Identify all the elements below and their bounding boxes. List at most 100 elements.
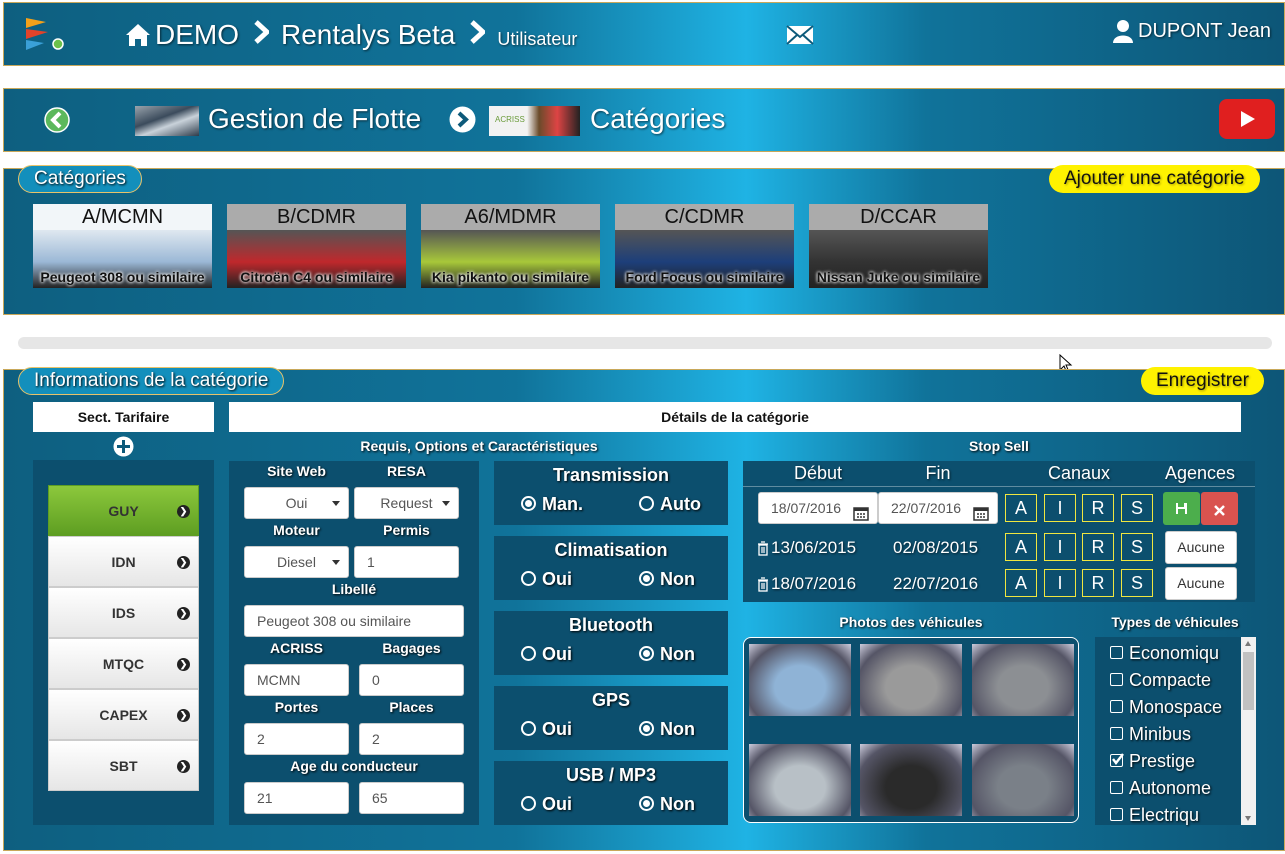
channel-toggle[interactable]: R [1082, 494, 1114, 522]
radio-option-a[interactable]: Man. [521, 494, 583, 515]
agences-button[interactable]: Aucune [1165, 567, 1237, 600]
age-min-input[interactable]: 21 [244, 782, 349, 814]
site-web-label: Site Web [267, 463, 326, 479]
vehicle-type-checkbox[interactable]: Monospace [1110, 697, 1222, 718]
breadcrumb-app[interactable]: Rentalys Beta [281, 19, 455, 51]
tarif-label: GUY [108, 503, 139, 519]
new-debut-input[interactable]: 18/07/2016 [758, 492, 878, 524]
chevron-right-icon [253, 19, 271, 51]
channel-toggle[interactable]: R [1082, 569, 1114, 597]
user-menu[interactable]: DUPONT Jean [1112, 16, 1271, 46]
radio-option-b[interactable]: Non [639, 644, 695, 665]
channel-toggle[interactable]: I [1044, 569, 1076, 597]
breadcrumb-user[interactable]: Utilisateur [497, 29, 577, 50]
radio-icon [521, 571, 536, 586]
back-arrow-icon[interactable] [44, 107, 70, 133]
vehicle-photo[interactable] [972, 744, 1074, 816]
vehicle-photo[interactable] [860, 744, 962, 816]
add-category-button[interactable]: Ajouter une catégorie [1049, 165, 1260, 193]
places-input[interactable]: 2 [359, 723, 464, 755]
trash-icon[interactable] [757, 577, 769, 597]
resa-select[interactable]: Request [354, 487, 459, 519]
option-group: USB / MP3 Oui Non [494, 761, 728, 825]
vehicle-photo[interactable] [749, 744, 851, 816]
add-tarif-icon[interactable] [113, 436, 134, 457]
cancel-stopsell-button[interactable] [1201, 492, 1238, 525]
tarif-label: IDN [111, 554, 136, 570]
option-title: Climatisation [554, 540, 668, 560]
channel-toggle[interactable]: R [1082, 533, 1114, 561]
agences-button[interactable]: Aucune [1165, 531, 1237, 564]
home-icon[interactable] [125, 22, 151, 48]
photos-title: Photos des véhicules [839, 614, 983, 630]
category-card[interactable]: C/CDMR Ford Focus ou similaire [615, 204, 794, 288]
tarif-item[interactable]: CAPEX ❯ [48, 689, 199, 740]
breadcrumb-home[interactable]: DEMO [155, 19, 239, 51]
channel-toggle[interactable]: I [1044, 494, 1076, 522]
libelle-input[interactable]: Peugeot 308 ou similaire [244, 605, 464, 637]
radio-option-a[interactable]: Oui [521, 794, 572, 815]
bagages-input[interactable]: 0 [359, 664, 464, 696]
radio-option-b[interactable]: Non [639, 794, 695, 815]
youtube-button[interactable] [1219, 99, 1275, 139]
radio-option-b[interactable]: Non [639, 569, 695, 590]
vehicle-type-checkbox[interactable]: Compacte [1110, 670, 1211, 691]
channel-toggle[interactable]: A [1005, 569, 1037, 597]
tarif-item[interactable]: SBT ❯ [48, 740, 199, 791]
moteur-select[interactable]: Diesel [244, 546, 349, 578]
vehicle-type-checkbox[interactable]: Prestige [1110, 751, 1195, 772]
channel-toggle[interactable]: S [1121, 533, 1153, 561]
site-web-select[interactable]: Oui [244, 487, 349, 519]
tarif-item[interactable]: IDN ❯ [48, 536, 199, 587]
radio-icon [639, 571, 654, 586]
tarif-item[interactable]: IDS ❯ [48, 587, 199, 638]
calendar-icon[interactable] [973, 501, 989, 531]
radio-option-b[interactable]: Auto [639, 494, 701, 515]
radio-option-a[interactable]: Oui [521, 644, 572, 665]
channel-toggle[interactable]: S [1121, 494, 1153, 522]
radio-label: Non [660, 794, 695, 814]
vehicle-type-checkbox[interactable]: Economiqu [1110, 643, 1219, 664]
info-title: Informations de la catégorie [18, 367, 285, 395]
tarif-item[interactable]: MTQC ❯ [48, 638, 199, 689]
save-button[interactable]: Enregistrer [1141, 367, 1264, 395]
vehicle-photo[interactable] [860, 644, 962, 716]
radio-label: Oui [542, 569, 572, 589]
section-title[interactable]: Gestion de Flotte [208, 103, 421, 135]
acriss-input[interactable]: MCMN [244, 664, 349, 696]
portes-input[interactable]: 2 [244, 723, 349, 755]
vehicle-photo[interactable] [972, 644, 1074, 716]
channel-toggle[interactable]: S [1121, 569, 1153, 597]
vehicle-photo[interactable] [749, 644, 851, 716]
tarif-item[interactable]: GUY ❯ [48, 485, 199, 536]
radio-label: Non [660, 719, 695, 739]
calendar-icon[interactable] [853, 501, 869, 531]
types-scrollbar[interactable] [1241, 637, 1256, 825]
save-stopsell-button[interactable] [1163, 492, 1200, 525]
channel-toggle[interactable]: A [1005, 494, 1037, 522]
trash-icon[interactable] [757, 541, 769, 561]
libelle-label: Libellé [331, 581, 377, 597]
permis-input[interactable]: 1 [354, 546, 459, 578]
category-card[interactable]: B/CDMR Citroën C4 ou similaire [227, 204, 406, 288]
vehicle-type-checkbox[interactable]: Minibus [1110, 724, 1191, 745]
vehicle-type-checkbox[interactable]: Electriqu [1110, 805, 1199, 826]
channel-toggle[interactable]: I [1044, 533, 1076, 561]
mail-icon[interactable] [786, 25, 814, 45]
scroll-up-icon[interactable] [1245, 641, 1251, 646]
stopsell-title: Stop Sell [969, 438, 1029, 454]
scroll-thumb[interactable] [1243, 652, 1254, 710]
category-card[interactable]: A6/MDMR Kia pikanto ou similaire [421, 204, 600, 288]
new-fin-input[interactable]: 22/07/2016 [878, 492, 998, 524]
age-max-input[interactable]: 65 [359, 782, 464, 814]
option-title: GPS [591, 690, 630, 710]
radio-option-b[interactable]: Non [639, 719, 695, 740]
app-logo[interactable] [24, 16, 66, 52]
category-card[interactable]: D/CCAR Nissan Juke ou similaire [809, 204, 988, 288]
channel-toggle[interactable]: A [1005, 533, 1037, 561]
radio-option-a[interactable]: Oui [521, 719, 572, 740]
radio-option-a[interactable]: Oui [521, 569, 572, 590]
category-card[interactable]: A/MCMN Peugeot 308 ou similaire [33, 204, 212, 288]
vehicle-type-checkbox[interactable]: Autonome [1110, 778, 1211, 799]
scroll-down-icon[interactable] [1245, 816, 1251, 821]
